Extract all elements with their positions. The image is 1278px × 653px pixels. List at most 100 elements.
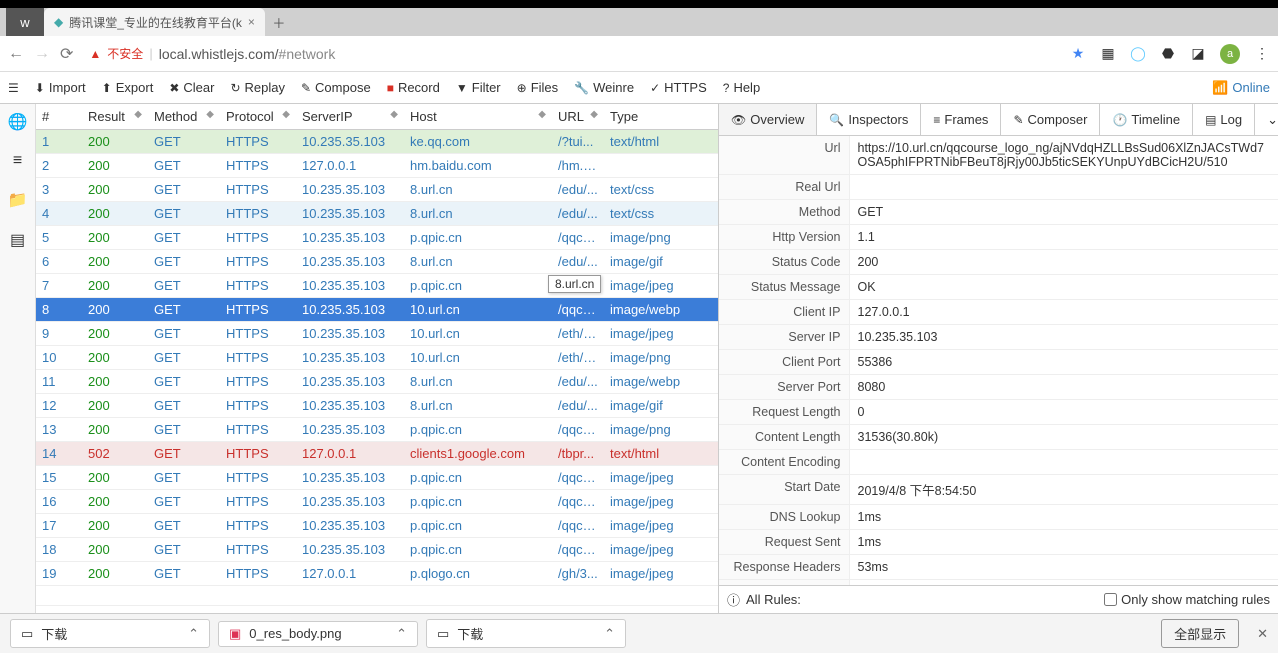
browser-tab[interactable]: ◆ 腾讯课堂_专业的在线教育平台(k × <box>44 8 265 36</box>
table-row[interactable]: 17200GETHTTPS10.235.35.103p.qpic.cn/qqco… <box>36 514 718 538</box>
property-row: Request Sent1ms <box>719 530 1278 555</box>
app-toolbar: ☰ ⬇Import ⬆Export ✖Clear ↻Replay ✎Compos… <box>0 72 1278 104</box>
plugins-icon[interactable]: ▤ <box>10 230 25 250</box>
property-row: Content Encoding <box>719 450 1278 475</box>
import-button[interactable]: ⬇Import <box>35 80 86 95</box>
col-host[interactable]: Host◆ <box>404 104 552 130</box>
chevron-up-icon[interactable]: ⌃ <box>188 626 199 642</box>
export-button[interactable]: ⬆Export <box>102 80 154 95</box>
rules-bar: ⓘ All Rules: Only show matching rules <box>719 585 1278 613</box>
forward-button[interactable]: → <box>34 45 50 63</box>
tab-composer[interactable]: ✎Composer <box>1001 104 1100 135</box>
table-row[interactable]: 8200GETHTTPS10.235.35.10310.url.cn/qqco.… <box>36 298 718 322</box>
filter-button[interactable]: ▼Filter <box>456 80 501 95</box>
url-text: local.whistlejs.com/#network <box>159 46 336 62</box>
ext1-icon[interactable]: ◯ <box>1130 46 1146 62</box>
table-row[interactable]: 13200GETHTTPS10.235.35.103p.qpic.cn/qqco… <box>36 418 718 442</box>
show-all-button[interactable]: 全部显示 <box>1161 619 1239 648</box>
chevron-down-icon[interactable]: ⌄ <box>1255 104 1278 135</box>
files-button[interactable]: ⊕Files <box>517 80 559 95</box>
table-row[interactable]: 5200GETHTTPS10.235.35.103p.qpic.cn/qqco.… <box>36 226 718 250</box>
star-icon[interactable]: ★ <box>1070 46 1086 62</box>
online-status[interactable]: 📶Online <box>1212 80 1270 96</box>
weinre-button[interactable]: 🔧Weinre <box>574 80 634 95</box>
close-icon[interactable]: × <box>248 15 255 29</box>
table-row[interactable]: 3200GETHTTPS10.235.35.1038.url.cn/edu/..… <box>36 178 718 202</box>
download-item[interactable]: ▭ 下载 ⌃ <box>426 619 626 648</box>
only-matching-checkbox[interactable] <box>1104 593 1117 606</box>
tab-frames[interactable]: ≡Frames <box>921 104 1001 135</box>
reload-button[interactable]: ⟳ <box>60 44 73 64</box>
network-table: # Result◆ Method◆ Protocol◆ ServerIP◆ Ho… <box>36 104 718 613</box>
table-row[interactable]: 15200GETHTTPS10.235.35.103p.qpic.cn/qqco… <box>36 466 718 490</box>
col-protocol[interactable]: Protocol◆ <box>220 104 296 130</box>
rules-icon[interactable]: ≡ <box>13 152 22 170</box>
only-matching-label: Only show matching rules <box>1121 592 1270 607</box>
property-row: Response Headers53ms <box>719 555 1278 580</box>
file-icon: ▭ <box>437 626 449 642</box>
network-icon[interactable]: 🌐 <box>8 112 28 132</box>
download-name: 下载 <box>457 624 483 643</box>
close-icon[interactable]: ✕ <box>1257 626 1268 642</box>
help-button[interactable]: ?Help <box>723 80 760 95</box>
app-tab[interactable]: w <box>6 8 44 36</box>
col-type[interactable]: Type <box>604 104 718 130</box>
property-row: MethodGET <box>719 200 1278 225</box>
col-url[interactable]: URL◆ <box>552 104 604 130</box>
file-icon: ▭ <box>21 626 33 642</box>
download-name: 0_res_body.png <box>249 626 341 641</box>
property-row: Http Version1.1 <box>719 225 1278 250</box>
table-row[interactable]: 19200GETHTTPS127.0.0.1p.qlogo.cn/gh/3...… <box>36 562 718 586</box>
address-bar[interactable]: ▲ 不安全 | local.whistlejs.com/#network <box>89 45 335 62</box>
table-row[interactable]: 2200GETHTTPS127.0.0.1hm.baidu.com/hm.g..… <box>36 154 718 178</box>
col-serverip[interactable]: ServerIP◆ <box>296 104 404 130</box>
tab-log[interactable]: ▤Log <box>1193 104 1255 135</box>
https-button[interactable]: ✓HTTPS <box>650 80 707 95</box>
download-shelf: ▭ 下载 ⌃ ▣ 0_res_body.png ⌃ ▭ 下载 ⌃ 全部显示 ✕ <box>0 613 1278 653</box>
table-row[interactable]: 11200GETHTTPS10.235.35.1038.url.cn/edu/.… <box>36 370 718 394</box>
download-item[interactable]: ▭ 下载 ⌃ <box>10 619 210 648</box>
record-button[interactable]: ■Record <box>387 80 440 95</box>
property-row: Real Url <box>719 175 1278 200</box>
table-row[interactable]: 12200GETHTTPS10.235.35.1038.url.cn/edu/.… <box>36 394 718 418</box>
table-row[interactable]: 18200GETHTTPS10.235.35.103p.qpic.cn/qqco… <box>36 538 718 562</box>
compose-button[interactable]: ✎Compose <box>301 80 371 95</box>
property-row: Start Date2019/4/8 下午8:54:50 <box>719 475 1278 505</box>
col-result[interactable]: Result◆ <box>82 104 148 130</box>
table-header-row: # Result◆ Method◆ Protocol◆ ServerIP◆ Ho… <box>36 104 718 130</box>
ext2-icon[interactable]: ⬣ <box>1160 46 1176 62</box>
chevron-up-icon[interactable]: ⌃ <box>396 626 407 642</box>
clear-button[interactable]: ✖Clear <box>169 80 214 95</box>
menu-icon[interactable]: ⋮ <box>1254 46 1270 62</box>
table-row[interactable]: 1200GETHTTPS10.235.35.103ke.qq.com/?tui.… <box>36 130 718 154</box>
chevron-up-icon[interactable]: ⌃ <box>604 626 615 642</box>
property-row: Client Port55386 <box>719 350 1278 375</box>
new-tab-button[interactable]: ＋ <box>265 8 293 36</box>
table-row[interactable]: 10200GETHTTPS10.235.35.10310.url.cn/eth/… <box>36 346 718 370</box>
qr-icon[interactable]: ▦ <box>1100 46 1116 62</box>
tab-timeline[interactable]: 🕐Timeline <box>1100 104 1193 135</box>
tab-inspectors[interactable]: 🔍Inspectors <box>817 104 921 135</box>
warning-icon: ▲ <box>89 47 101 61</box>
avatar[interactable]: a <box>1220 44 1240 64</box>
table-row[interactable]: 14502GETHTTPS127.0.0.1clients1.google.co… <box>36 442 718 466</box>
table-row[interactable]: 4200GETHTTPS10.235.35.1038.url.cn/edu/..… <box>36 202 718 226</box>
col-method[interactable]: Method◆ <box>148 104 220 130</box>
back-button[interactable]: ← <box>8 45 24 63</box>
property-row: Request Length0 <box>719 400 1278 425</box>
table-row[interactable]: 7200GETHTTPS10.235.35.103p.qpic.cn...ima… <box>36 274 718 298</box>
table-row[interactable]: 6200GETHTTPS10.235.35.1038.url.cn/edu/..… <box>36 250 718 274</box>
values-icon[interactable]: 📁 <box>8 190 28 210</box>
sidebar: 🌐 ≡ 📁 ▤ <box>0 104 36 613</box>
table-row[interactable]: 16200GETHTTPS10.235.35.103p.qpic.cn/qqco… <box>36 490 718 514</box>
replay-button[interactable]: ↻Replay <box>230 80 285 95</box>
insecure-label: 不安全 <box>107 45 143 62</box>
col-index[interactable]: # <box>36 104 82 130</box>
property-row: Content Length31536(30.80k) <box>719 425 1278 450</box>
nav-bar: ← → ⟳ ▲ 不安全 | local.whistlejs.com/#netwo… <box>0 36 1278 72</box>
tab-overview[interactable]: 👁Overview <box>719 104 817 135</box>
table-row[interactable]: 9200GETHTTPS10.235.35.10310.url.cn/eth/a… <box>36 322 718 346</box>
menu-button[interactable]: ☰ <box>8 81 19 95</box>
download-item[interactable]: ▣ 0_res_body.png ⌃ <box>218 621 418 647</box>
ext3-icon[interactable]: ◪ <box>1190 46 1206 62</box>
